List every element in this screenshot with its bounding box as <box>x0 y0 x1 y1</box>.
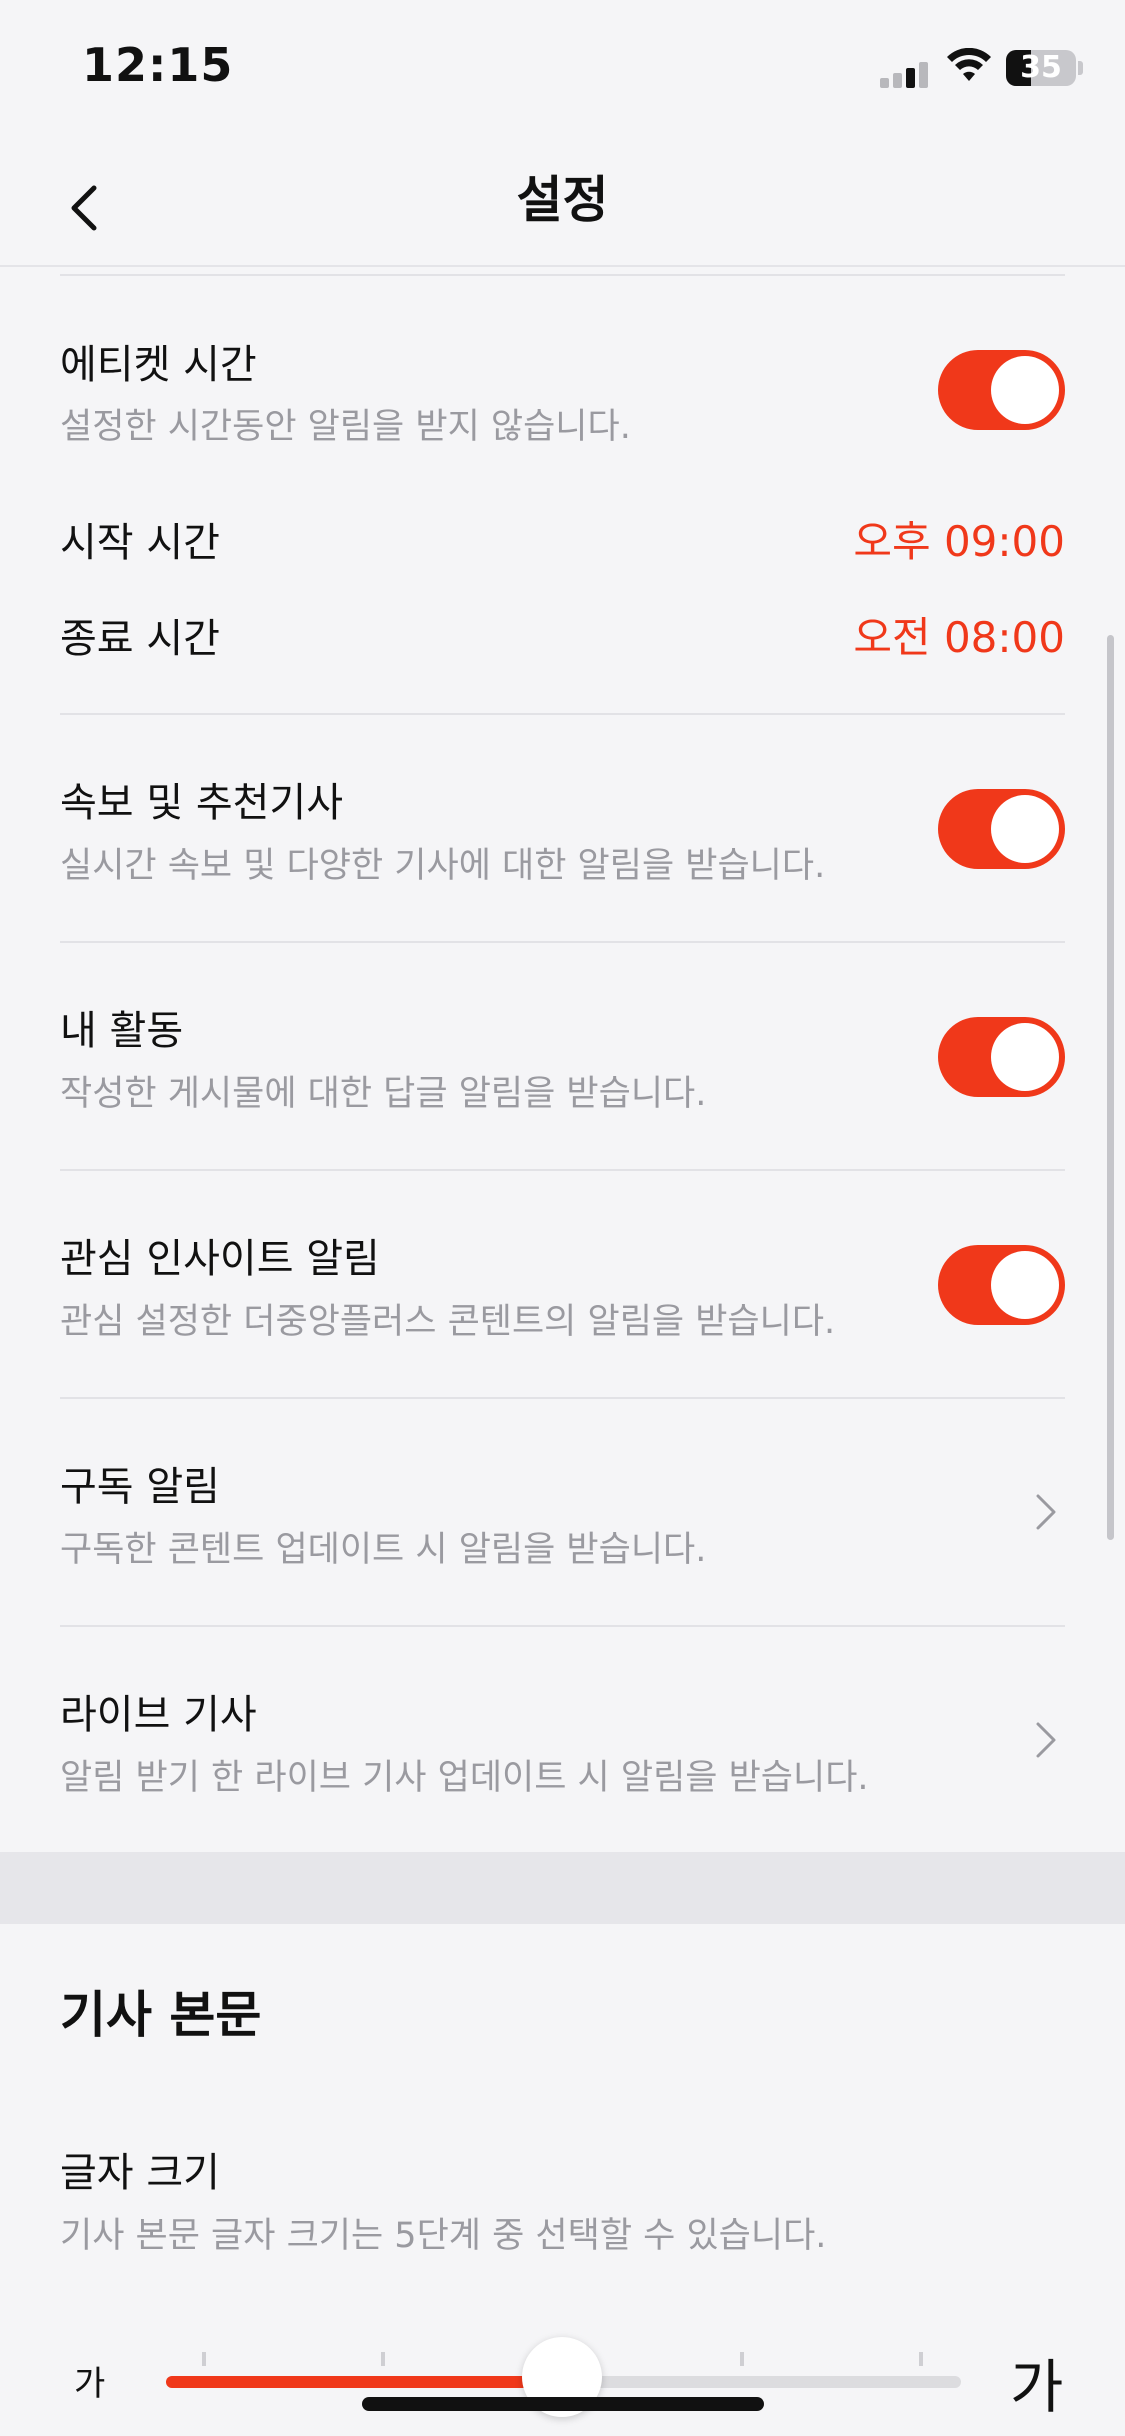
toggle-knob <box>991 795 1059 863</box>
status-time: 12:15 <box>82 38 234 92</box>
font-size-subtitle: 기사 본문 글자 크기는 5단계 중 선택할 수 있습니다. <box>60 2216 827 2256</box>
page-title: 설정 <box>516 171 609 229</box>
slider-tick <box>381 2352 385 2366</box>
breaking-news-title: 속보 및 추천기사 <box>60 780 344 826</box>
slider-tick <box>740 2352 744 2366</box>
toggle-knob <box>991 356 1059 424</box>
divider <box>60 713 1065 715</box>
breaking-news-toggle[interactable] <box>938 789 1065 869</box>
breaking-news-subtitle: 실시간 속보 및 다양한 기사에 대한 알림을 받습니다. <box>60 846 826 886</box>
my-activity-toggle[interactable] <box>938 1017 1065 1097</box>
end-time-value[interactable]: 오전 08:00 <box>853 604 1065 665</box>
font-size-small-label: 가 <box>74 2364 106 2404</box>
my-activity-title: 내 활동 <box>60 1008 184 1054</box>
start-time-value[interactable]: 오후 09:00 <box>853 508 1065 569</box>
cellular-signal-icon <box>880 60 932 88</box>
home-indicator[interactable] <box>362 2397 764 2411</box>
wifi-icon <box>947 48 991 81</box>
toggle-knob <box>991 1023 1059 1091</box>
article-body-section-title: 기사 본문 <box>60 1986 262 2044</box>
insight-alert-toggle[interactable] <box>938 1245 1065 1325</box>
divider <box>60 1625 1065 1627</box>
battery-level: 35 <box>1020 50 1062 85</box>
subscription-alert-title[interactable]: 구독 알림 <box>60 1454 220 1512</box>
subscription-alert-subtitle: 구독한 콘텐트 업데이트 시 알림을 받습니다. <box>60 1530 707 1570</box>
live-article-subtitle: 알림 받기 한 라이브 기사 업데이트 시 알림을 받습니다. <box>60 1758 869 1798</box>
insight-alert-title: 관심 인사이트 알림 <box>60 1236 380 1282</box>
font-size-large-label: 가 <box>1010 2353 1064 2421</box>
font-size-slider-fill <box>166 2376 561 2388</box>
etiquette-time-subtitle: 설정한 시간동안 알림을 받지 않습니다. <box>60 407 631 447</box>
divider <box>60 274 1065 276</box>
etiquette-time-toggle[interactable] <box>938 350 1065 430</box>
insight-alert-subtitle: 관심 설정한 더중앙플러스 콘텐트의 알림을 받습니다. <box>60 1302 836 1342</box>
divider <box>60 1397 1065 1399</box>
battery-icon: 35 <box>1006 50 1076 86</box>
slider-tick <box>919 2352 923 2366</box>
slider-tick <box>202 2352 206 2366</box>
scroll-indicator <box>1107 635 1114 1540</box>
end-time-label: 종료 시간 <box>60 616 220 662</box>
section-separator <box>0 1852 1125 1924</box>
etiquette-time-title: 에티켓 시간 <box>60 342 257 388</box>
live-article-title[interactable]: 라이브 기사 <box>60 1682 257 1740</box>
my-activity-subtitle: 작성한 게시물에 대한 답글 알림을 받습니다. <box>60 1074 707 1114</box>
divider <box>60 1169 1065 1171</box>
battery-cap <box>1078 61 1083 75</box>
toggle-knob <box>991 1251 1059 1319</box>
nav-divider <box>0 265 1125 267</box>
divider <box>60 941 1065 943</box>
chevron-right-icon[interactable] <box>1030 1718 1060 1762</box>
start-time-label: 시작 시간 <box>60 520 220 566</box>
font-size-title: 글자 크기 <box>60 2150 220 2196</box>
chevron-right-icon[interactable] <box>1030 1490 1060 1534</box>
